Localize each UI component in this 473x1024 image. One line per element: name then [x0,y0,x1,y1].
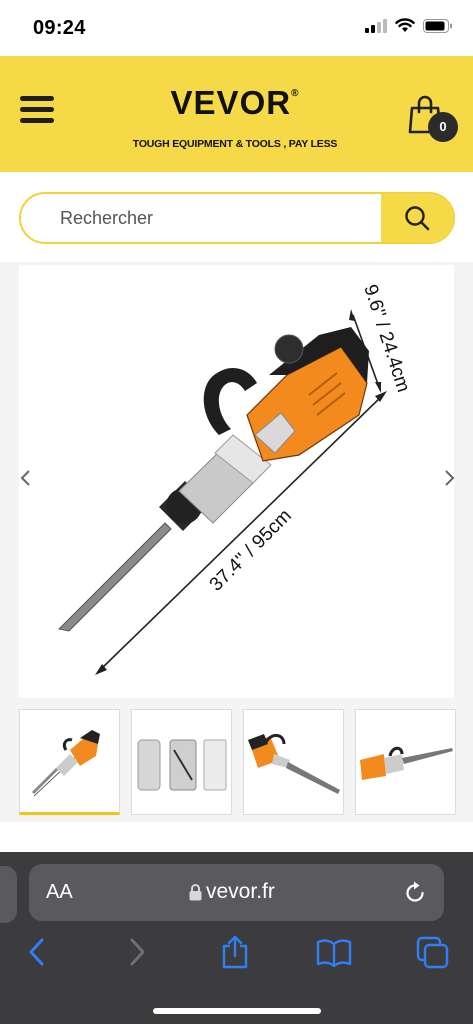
status-bar: 09:24 [0,0,473,56]
previous-tab-preview[interactable] [0,866,17,923]
cart-button[interactable]: 0 [406,94,462,144]
search-input[interactable] [21,194,383,242]
share-icon[interactable] [220,934,250,970]
site-header: VEVOR® TOUGH EQUIPMENT & TOOLS , PAY LES… [0,56,473,172]
bookmarks-icon[interactable] [316,934,352,970]
demolition-hammer-image: 37.4'' / 95cm 9.6'' / 24.4cm [57,282,414,675]
thumbnail-2[interactable] [131,709,232,815]
text-size-button[interactable]: AA [46,881,73,904]
dimension-length-label: 37.4'' / 95cm [206,505,296,595]
home-indicator[interactable] [153,1008,321,1014]
url-text: vevor.fr [206,880,275,903]
search-button[interactable] [381,194,453,242]
battery-icon [423,18,452,33]
brand-logo: VEVOR® [170,84,300,121]
product-main-image[interactable]: 37.4'' / 95cm 9.6'' / 24.4cm [19,265,454,698]
url-display: vevor.fr [189,880,275,904]
lock-icon [189,883,202,900]
cart-count-badge: 0 [428,112,458,142]
page: 09:24 VEVOR® TOUGH EQUIPMENT & TOOLS , P… [0,0,473,1024]
thumbnail-1[interactable] [19,709,120,815]
thumbnail-strip [19,709,459,815]
forward-icon[interactable] [126,934,148,970]
tabs-icon[interactable] [416,934,450,970]
brand-tagline: TOUGH EQUIPMENT & TOOLS , PAY LESS [132,138,338,150]
search-icon [405,206,430,231]
search-bar [19,192,455,244]
thumbnail-4[interactable] [355,709,456,815]
next-image-arrow[interactable] [439,468,459,488]
reload-icon[interactable] [402,880,428,906]
cellular-signal-icon [365,18,387,33]
menu-icon [20,96,54,101]
wifi-icon [395,18,415,32]
thumbnail-3[interactable] [243,709,344,815]
brand-logo-link[interactable]: VEVOR® TOUGH EQUIPMENT & TOOLS , PAY LES… [120,84,350,150]
previous-image-arrow[interactable] [16,468,36,488]
back-icon[interactable] [26,934,48,970]
status-icons [365,18,453,33]
address-bar[interactable]: AA vevor.fr [29,864,444,921]
thumbnail-accessories-image [137,739,227,791]
thumbnail-dimensions-image [32,730,100,797]
thumbnail-angle-view-image [360,746,453,780]
thumbnail-side-view-image [248,734,340,794]
status-time: 09:24 [33,17,86,39]
dimension-height-label: 9.6'' / 24.4cm [359,282,414,395]
menu-button[interactable] [20,96,56,126]
